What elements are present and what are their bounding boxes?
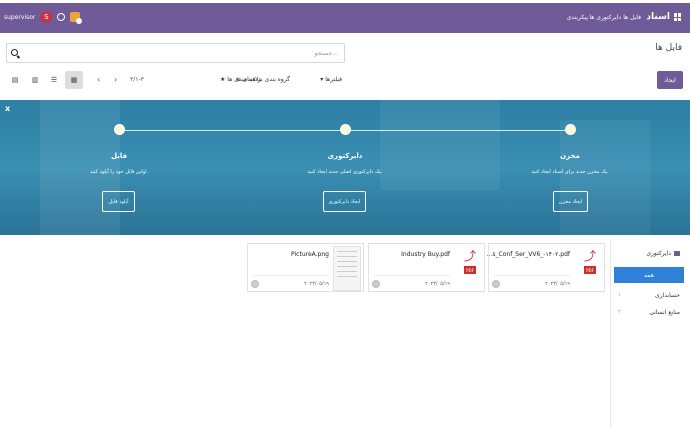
sidebar-item-count: ۲ (618, 309, 621, 315)
step-dot-file (114, 124, 125, 135)
sidebar-item-label: منابع انسانی (649, 308, 680, 316)
step-desc-repository: یک مخزن جدید برای اسناد ایجاد کنید. (531, 169, 609, 175)
image-thumbnail (333, 246, 361, 291)
step-desc-directory: یک دایرکتوری اصلی جدید ایجاد کنید. (307, 169, 383, 175)
close-banner-icon[interactable]: x (5, 104, 10, 113)
file-card[interactable]: PictureA.png ۲۰۲۳/۰۵/۱۹ (247, 243, 364, 292)
upload-file-button[interactable]: آپلود فایل (102, 191, 135, 212)
step-dot-repository (565, 124, 576, 135)
sidebar-header: دایرکتوری (646, 250, 680, 257)
sidebar-item-all[interactable]: همه (614, 267, 684, 283)
pdf-file-icon: ⤴ PDF (463, 249, 476, 274)
file-name[interactable]: ...s_Conf_Ser_VV6_-۱۴۰۲.pdf (487, 251, 570, 258)
page-title: فایل ها (655, 43, 682, 53)
activity-view-icon[interactable]: ▤ (6, 71, 24, 89)
pdf-file-icon: ⤴ PDF (583, 249, 596, 274)
file-date: ۲۰۲۳/۰۵/۱۹ (304, 281, 329, 287)
sidebar-item-count: ۱ (618, 292, 621, 298)
pager-next-icon[interactable]: › (114, 75, 117, 84)
create-repository-button[interactable]: ایجاد مخزن (553, 191, 588, 212)
file-name[interactable]: Industry Buy.pdf (401, 251, 450, 258)
step-dot-directory (340, 124, 351, 135)
search-icon (11, 49, 18, 56)
file-date: ۲۰۲۳/۰۵/۱۹ (425, 281, 450, 287)
file-card[interactable]: ⤴ PDF Industry Buy.pdf ۲۰۲۳/۰۵/۱۹ (368, 243, 485, 292)
directory-sidebar: دایرکتوری همه ۱ حسابداری ۲ منابع انسانی (610, 240, 690, 427)
onboarding-banner: x مخزن یک مخزن جدید برای اسناد ایجاد کنی… (0, 100, 690, 235)
create-directory-button[interactable]: ایجاد دایرکتوری (323, 191, 366, 212)
folder-icon (674, 251, 680, 256)
step-title-file: فایل (110, 152, 128, 160)
step-desc-file: اولین فایل خود را آپلود کنید. (89, 169, 149, 175)
create-button[interactable]: ایجاد (657, 71, 683, 89)
top-navbar: اسناد فایل ها دایرکتوری ها پیکربندی supe… (0, 3, 690, 33)
create-button-label: ایجاد (664, 76, 676, 84)
sidebar-header-label: دایرکتوری (646, 250, 671, 257)
pager-prev-icon[interactable]: ‹ (97, 75, 100, 84)
list-view-icon[interactable]: ☰ (45, 71, 63, 89)
menu-files[interactable]: فایل ها (623, 14, 641, 21)
file-name[interactable]: PictureA.png (291, 251, 329, 258)
create-directory-label: ایجاد دایرکتوری (328, 198, 361, 205)
pager-value[interactable]: ۳/۱-۳ (130, 76, 144, 83)
sidebar-item-label: حسابداری (655, 291, 680, 299)
file-date: ۲۰۲۳/۰۵/۱۹ (545, 281, 570, 287)
kanban-view-icon[interactable]: ▦ (65, 71, 83, 89)
sidebar-item-accounting[interactable]: ۱ حسابداری (614, 287, 684, 303)
menu-directories[interactable]: دایرکتوری ها (589, 14, 621, 21)
user-name[interactable]: supervisor (4, 14, 35, 21)
owner-avatar (372, 280, 380, 288)
app-brand[interactable]: اسناد (646, 12, 682, 22)
app-brand-label: اسناد (646, 12, 670, 22)
menu-configuration[interactable]: پیکربندی (567, 14, 588, 21)
apps-grid-icon (674, 13, 682, 21)
search-input[interactable]: جستجو... (6, 43, 345, 63)
sidebar-item-hr[interactable]: ۲ منابع انسانی (614, 304, 684, 320)
step-title-repository: مخزن (560, 152, 580, 160)
search-placeholder: جستجو... (314, 50, 338, 57)
create-repository-label: ایجاد مخزن (558, 198, 583, 205)
owner-avatar (492, 280, 500, 288)
activity-clock-icon[interactable] (57, 13, 66, 21)
user-avatar[interactable]: S (40, 11, 53, 23)
messages-icon[interactable] (70, 12, 83, 24)
favorites-button[interactable]: ★ علاقه مندی ها (220, 76, 262, 83)
favorites-label: علاقه مندی ها (227, 76, 263, 83)
graph-view-icon[interactable]: ▥ (26, 71, 44, 89)
filters-label: فیلترها (325, 76, 342, 83)
file-card[interactable]: ⤴ PDF ...s_Conf_Ser_VV6_-۱۴۰۲.pdf ۲۰۲۳/۰۵… (487, 243, 605, 292)
step-title-directory: دایرکتوری (327, 152, 363, 160)
owner-avatar (251, 280, 259, 288)
upload-file-label: آپلود فایل (108, 198, 129, 205)
filters-button[interactable]: ▾ فیلترها (320, 76, 342, 83)
sidebar-item-label: همه (644, 271, 654, 279)
